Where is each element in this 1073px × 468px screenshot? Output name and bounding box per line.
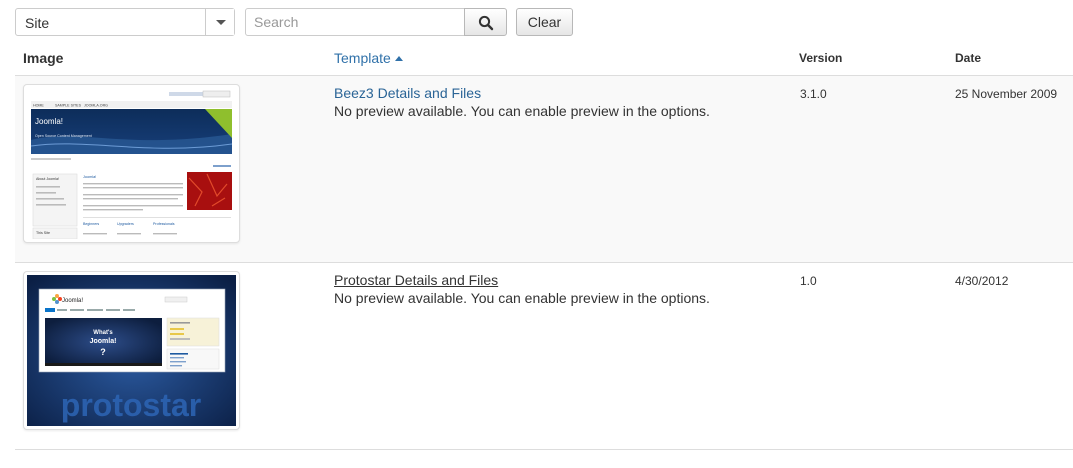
thumb-video-title-1: What's bbox=[93, 330, 113, 336]
thumb-section-3: Professionals bbox=[153, 222, 175, 226]
thumb-wordmark: protostar bbox=[61, 387, 201, 423]
select-toggle[interactable] bbox=[205, 9, 234, 35]
thumb-section-1: Beginners bbox=[83, 222, 99, 226]
preview-note: No preview available. You can enable pre… bbox=[334, 103, 710, 119]
thumb-heading: Joomla! bbox=[83, 175, 96, 179]
column-header-template[interactable]: Template bbox=[334, 50, 403, 66]
beez3-preview-image: HOME SAMPLE SITES JOOMLA.ORG Joomla! Ope… bbox=[27, 88, 236, 239]
template-thumbnail[interactable]: Joomla! What's Joomla! ? protostar bbox=[23, 271, 240, 430]
column-header-image: Image bbox=[23, 50, 64, 66]
template-thumbnail[interactable]: HOME SAMPLE SITES JOOMLA.ORG Joomla! Ope… bbox=[23, 84, 240, 243]
column-header-date: Date bbox=[955, 51, 982, 65]
thumb-nav-3: JOOMLA.ORG bbox=[84, 104, 108, 108]
thumb-nav-2: SAMPLE SITES bbox=[55, 104, 82, 108]
search-button[interactable] bbox=[464, 8, 507, 36]
templates-table: Image Template Version Date HOME SAMPLE … bbox=[15, 40, 1073, 450]
thumb-tagline: Open Source Content Management bbox=[35, 134, 92, 138]
thumb-section-2: Upgraders bbox=[117, 222, 134, 226]
protostar-preview-image: Joomla! What's Joomla! ? protostar bbox=[27, 275, 236, 426]
sort-ascending-icon bbox=[394, 56, 403, 61]
column-header-template-label: Template bbox=[334, 50, 391, 66]
thumb-this-site: This Site bbox=[36, 231, 50, 235]
template-details-link[interactable]: Beez3 Details and Files bbox=[334, 85, 481, 101]
thumb-brand: Joomla! bbox=[35, 117, 63, 126]
filter-toolbar: Site Clear bbox=[15, 8, 1065, 36]
client-select-value: Site bbox=[25, 15, 50, 31]
chevron-down-icon bbox=[216, 20, 226, 25]
clear-button[interactable]: Clear bbox=[516, 8, 573, 36]
search-input[interactable] bbox=[245, 8, 465, 36]
template-date: 25 November 2009 bbox=[955, 87, 1058, 101]
search-icon bbox=[478, 15, 494, 31]
thumb-nav-1: HOME bbox=[33, 104, 44, 108]
template-date: 4/30/2012 bbox=[955, 274, 1009, 288]
preview-note: No preview available. You can enable pre… bbox=[334, 290, 710, 306]
client-select[interactable]: Site bbox=[15, 8, 235, 36]
thumb-about: About Joomla! bbox=[36, 177, 59, 181]
svg-text:?: ? bbox=[100, 347, 106, 357]
template-details-link[interactable]: Protostar Details and Files bbox=[334, 272, 498, 288]
table-header: Image Template Version Date bbox=[15, 40, 1073, 76]
template-version: 1.0 bbox=[800, 274, 817, 288]
table-row: HOME SAMPLE SITES JOOMLA.ORG Joomla! Ope… bbox=[15, 76, 1073, 263]
thumb-brand-2: Joomla! bbox=[62, 298, 83, 304]
template-version: 3.1.0 bbox=[800, 87, 827, 101]
table-row: Joomla! What's Joomla! ? protostar Proto… bbox=[15, 263, 1073, 450]
column-header-version: Version bbox=[799, 51, 843, 65]
thumb-video-title-2: Joomla! bbox=[90, 338, 117, 345]
